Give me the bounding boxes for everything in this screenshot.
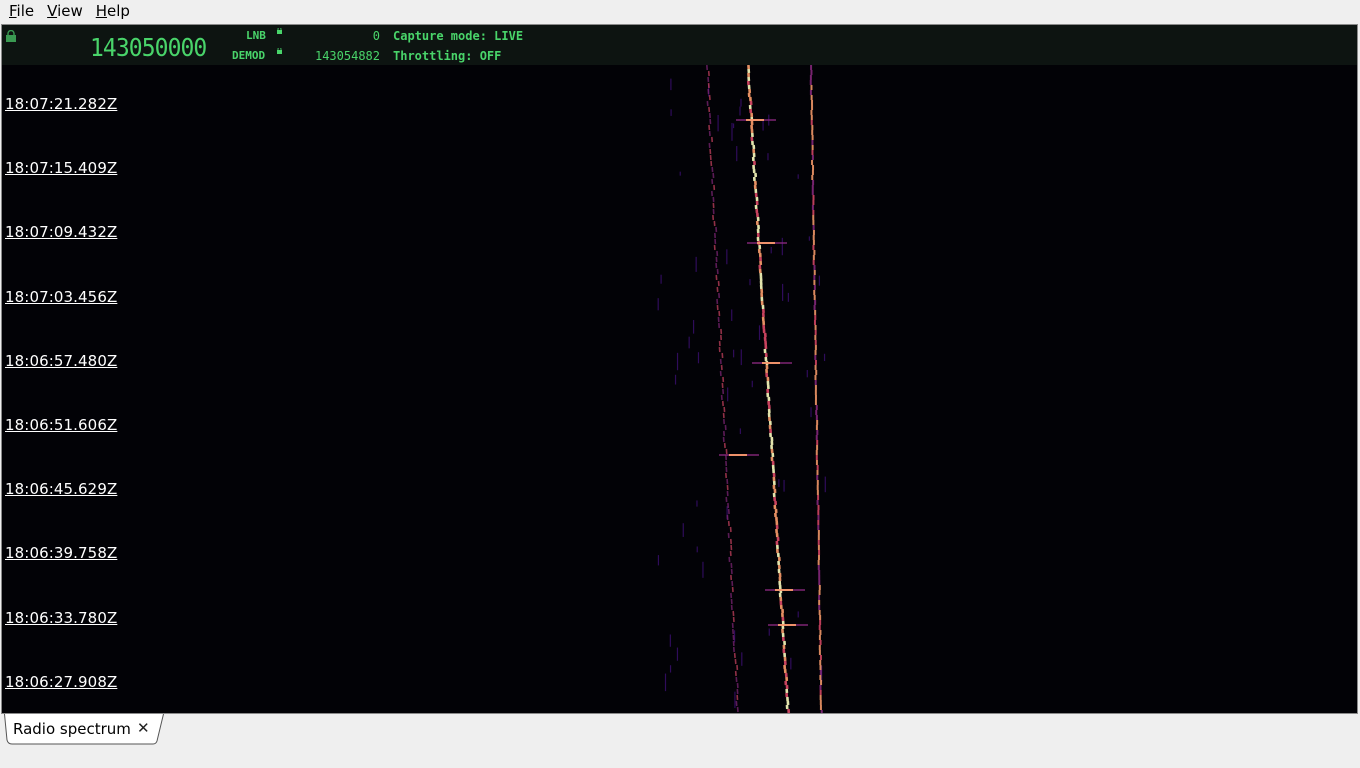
close-icon[interactable]: ✕ — [137, 719, 150, 737]
menu-view[interactable]: View — [38, 0, 87, 22]
timestamp-label: 18:07:15.409Z — [5, 159, 118, 178]
timestamp-label: 18:06:45.629Z — [5, 480, 118, 499]
tab-label: Radio spectrum — [13, 720, 131, 738]
waterfall-canvas[interactable] — [2, 65, 1357, 713]
timestamp-label: 18:07:21.282Z — [5, 95, 118, 113]
menu-help-label: elp — [107, 2, 130, 20]
lock-icon[interactable] — [6, 30, 16, 42]
waterfall-display[interactable]: 18:07:21.282Z 18:07:15.409Z 18:07:09.432Z 1… — [2, 65, 1357, 713]
lnb-value[interactable]: 0 — [342, 29, 380, 43]
status-header: 143050000 LNB 0 DEMOD 143054882 Capture … — [2, 25, 1357, 65]
timestamp-label: 18:06:39.758Z — [5, 544, 118, 563]
menu-view-label: iew — [57, 2, 83, 20]
throttling-text: Throttling: OFF — [393, 49, 502, 63]
menu-help[interactable]: Help — [87, 0, 134, 22]
menu-bar: File View Help — [0, 0, 1360, 22]
menu-file-label: ile — [16, 2, 35, 20]
timestamp-label: 18:06:33.780Z — [5, 608, 118, 627]
timestamp-label: 18:06:27.908Z — [5, 672, 118, 691]
timestamp-label: 18:06:57.480Z — [5, 351, 118, 370]
menu-help-mnemonic: H — [95, 2, 108, 20]
lnb-label: LNB — [246, 29, 266, 42]
timestamp-label: 18:07:09.432Z — [5, 223, 118, 242]
menu-view-mnemonic: V — [47, 2, 58, 20]
timestamp-label: 18:07:03.456Z — [5, 287, 118, 306]
lnb-lock-icon[interactable] — [277, 28, 282, 34]
demod-label: DEMOD — [232, 49, 266, 62]
timestamp-label: 18:06:51.606Z — [5, 416, 118, 434]
tab-radio-spectrum[interactable]: Radio spectrum ✕ — [4, 714, 164, 745]
menu-file-mnemonic: F — [9, 2, 17, 20]
demod-lock-icon[interactable] — [277, 48, 282, 54]
spectrum-panel: 143050000 LNB 0 DEMOD 143054882 Capture … — [1, 24, 1358, 714]
capture-mode-text: Capture mode: LIVE — [393, 29, 524, 43]
menu-file[interactable]: File — [0, 0, 38, 22]
demod-value[interactable]: 143054882 — [302, 49, 380, 63]
tab-bar: Radio spectrum ✕ — [0, 714, 1360, 768]
frequency-display[interactable]: 143050000 — [90, 33, 207, 62]
